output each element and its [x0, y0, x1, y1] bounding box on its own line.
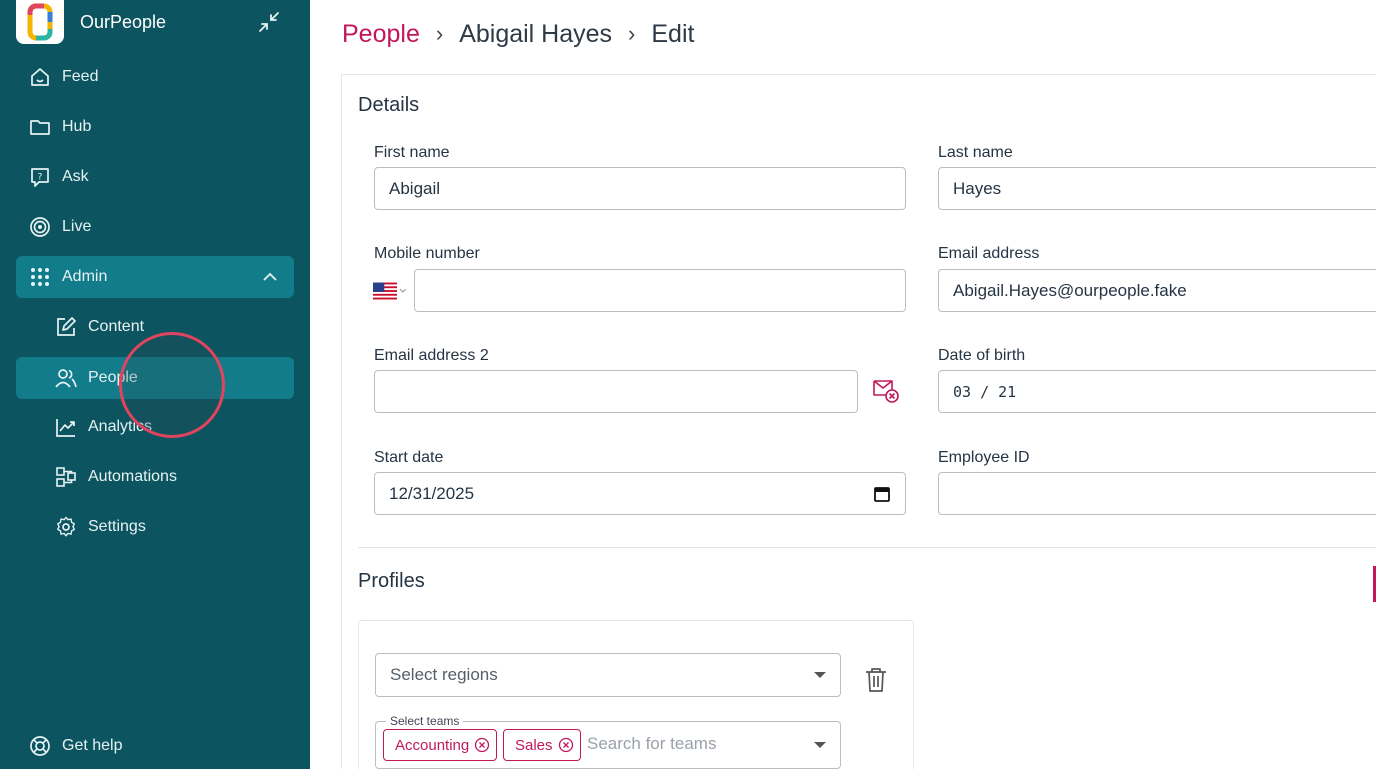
app-logo	[16, 0, 64, 44]
sidebar-item-people[interactable]: People	[16, 357, 294, 399]
get-help-link[interactable]: Get help	[16, 725, 294, 767]
profiles-heading: Profiles	[358, 570, 425, 592]
employee-id-input[interactable]	[938, 472, 1376, 515]
trash-icon[interactable]	[864, 667, 888, 693]
folder-icon	[28, 115, 52, 139]
remove-chip-icon[interactable]	[558, 737, 574, 753]
calendar-icon[interactable]	[873, 485, 891, 503]
last-name-label: Last name	[938, 144, 1013, 161]
automation-icon	[54, 465, 78, 489]
collapse-icon[interactable]	[258, 11, 280, 33]
sidebar-item-hub[interactable]: Hub	[16, 106, 294, 148]
edit-icon	[54, 315, 78, 339]
mobile-number-label: Mobile number	[374, 245, 480, 262]
teams-select[interactable]: Select teams Accounting Sales Search for…	[375, 714, 841, 769]
breadcrumb-separator: ›	[628, 21, 636, 46]
sidebar-item-settings[interactable]: Settings	[16, 506, 294, 548]
sidebar-item-label: Hub	[62, 118, 92, 135]
breadcrumb-people-link[interactable]: People	[342, 20, 420, 49]
first-name-input[interactable]: Abigail	[374, 167, 906, 210]
us-flag-icon	[373, 282, 398, 300]
gear-icon	[54, 515, 78, 539]
team-chip-label: Accounting	[395, 736, 470, 754]
get-help-label: Get help	[62, 737, 123, 754]
lifebuoy-icon	[28, 734, 52, 758]
svg-text:?: ?	[38, 173, 43, 183]
sidebar-item-label: Admin	[62, 268, 108, 285]
sidebar-item-automations[interactable]: Automations	[16, 456, 294, 498]
users-icon	[54, 366, 78, 390]
app-name: OurPeople	[80, 11, 167, 32]
mobile-number-input[interactable]	[414, 269, 906, 312]
teams-search-input[interactable]: Search for teams	[587, 734, 716, 754]
section-divider	[358, 547, 1376, 548]
employee-id-label: Employee ID	[938, 449, 1030, 466]
first-name-label: First name	[374, 144, 450, 161]
regions-select[interactable]: Select regions	[375, 653, 841, 697]
regions-placeholder: Select regions	[390, 665, 498, 684]
sidebar-item-label: Live	[62, 218, 92, 235]
sidebar-item-label: Content	[88, 318, 145, 335]
sidebar-item-label: Analytics	[88, 418, 153, 435]
start-date-input[interactable]: 12/31/2025	[374, 472, 906, 515]
sidebar-item-feed[interactable]: Feed	[16, 56, 294, 98]
team-chip-sales: Sales	[503, 729, 581, 761]
start-date-label: Start date	[374, 449, 444, 466]
team-chip-label: Sales	[515, 736, 553, 754]
sidebar-item-label: Ask	[62, 168, 89, 185]
start-date-value: 12/31/2025	[389, 483, 475, 503]
sidebar-item-label: Automations	[88, 468, 177, 485]
dropdown-arrow-icon	[814, 672, 826, 678]
home-icon	[28, 65, 52, 89]
dob-label: Date of birth	[938, 347, 1026, 364]
sidebar-item-analytics[interactable]: Analytics	[16, 406, 294, 448]
email2-input[interactable]	[374, 370, 858, 413]
email-input[interactable]: Abigail.Hayes@ourpeople.fake	[938, 269, 1376, 312]
email-label: Email address	[938, 245, 1040, 262]
remove-email-icon[interactable]	[872, 378, 900, 404]
country-code-select[interactable]	[373, 281, 407, 301]
dob-input[interactable]: 03 / 21	[938, 370, 1376, 413]
sidebar-item-label: Settings	[88, 518, 146, 535]
chevron-down-icon	[400, 288, 407, 293]
breadcrumb-separator: ›	[435, 21, 444, 46]
sidebar-item-admin[interactable]: Admin	[16, 256, 294, 298]
breadcrumb: People › Abigail Hayes › Edit	[342, 18, 694, 50]
email2-label: Email address 2	[374, 347, 489, 364]
sidebar-item-live[interactable]: Live	[16, 206, 294, 248]
teams-label: Select teams	[386, 714, 464, 728]
remove-chip-icon[interactable]	[474, 737, 490, 753]
sidebar-item-ask[interactable]: ? Ask	[16, 156, 294, 198]
sidebar-item-label: Feed	[62, 68, 99, 85]
breadcrumb-person: Abigail Hayes	[459, 19, 613, 48]
broadcast-icon	[28, 215, 52, 239]
question-bubble-icon: ?	[28, 165, 52, 189]
details-heading: Details	[358, 94, 420, 116]
breadcrumb-current: Edit	[651, 19, 695, 48]
sidebar-item-label: People	[88, 369, 138, 386]
sidebar: OurPeople Feed Hub ? Ask Live Admin Cont…	[0, 0, 310, 769]
sidebar-item-content[interactable]: Content	[16, 306, 294, 348]
team-chip-accounting: Accounting	[383, 729, 498, 761]
chart-line-icon	[54, 415, 78, 439]
grid-dots-icon	[28, 265, 52, 289]
brand: OurPeople	[16, 0, 294, 44]
dropdown-arrow-icon	[814, 742, 826, 748]
last-name-input[interactable]: Hayes	[938, 167, 1376, 210]
chevron-up-icon[interactable]	[262, 269, 278, 285]
